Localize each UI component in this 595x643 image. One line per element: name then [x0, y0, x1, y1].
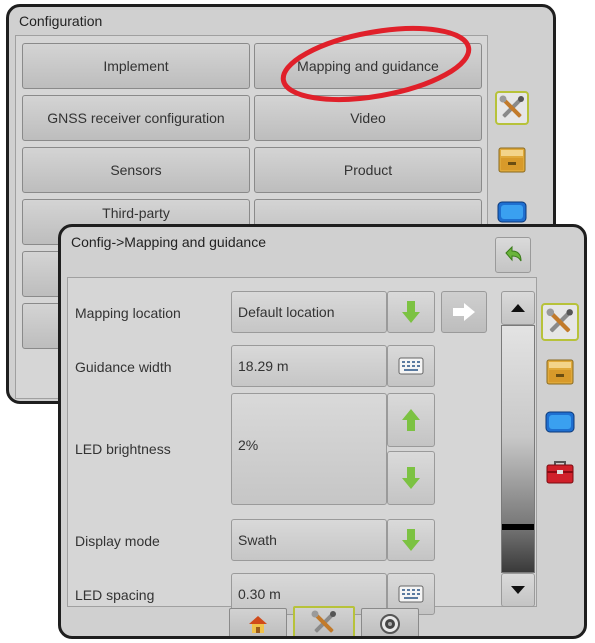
arrow-up-icon [402, 409, 420, 431]
drawer-icon [546, 359, 574, 385]
mapping-location-value[interactable]: Default location [231, 291, 387, 333]
led-brightness-value: 2% [231, 393, 387, 505]
settings-tab[interactable] [541, 303, 579, 341]
keyboard-icon [398, 585, 424, 603]
home-tab[interactable] [229, 608, 287, 636]
tools-icon [499, 95, 524, 118]
back-arrow-icon [505, 245, 522, 262]
mapping-location-dropdown-button[interactable] [387, 291, 435, 333]
monitor-icon [545, 411, 575, 433]
toolbox-icon [546, 461, 574, 484]
scrollbar-track[interactable] [501, 325, 535, 573]
next-button[interactable] [441, 291, 487, 333]
led-spacing-label: LED spacing [75, 587, 155, 603]
home-icon [249, 616, 267, 633]
caret-down-icon [511, 586, 525, 594]
mapping-location-label: Mapping location [75, 305, 181, 321]
arrow-down-icon [402, 301, 420, 323]
arrow-down-icon [402, 529, 420, 551]
scroll-up-button[interactable] [501, 291, 535, 325]
display-mode-label: Display mode [75, 533, 160, 549]
data-tab[interactable] [495, 143, 529, 177]
settings-tab[interactable] [495, 91, 529, 125]
scrollbar-thumb[interactable] [502, 524, 534, 530]
camera-tab[interactable] [361, 608, 419, 636]
monitor-icon [497, 201, 527, 223]
drawer-icon [498, 147, 526, 173]
data-tab[interactable] [541, 353, 579, 391]
guidance-width-keyboard-button[interactable] [387, 345, 435, 387]
arrow-down-icon [402, 467, 420, 489]
tools-icon [311, 610, 336, 633]
mapping-guidance-title: Config->Mapping and guidance [71, 234, 266, 250]
tools-icon [546, 308, 573, 333]
led-brightness-decrease-button[interactable] [387, 451, 435, 505]
display-mode-value[interactable]: Swath [231, 519, 387, 561]
camera-icon [380, 614, 400, 634]
implement-button[interactable]: Implement [22, 43, 250, 89]
display-tab[interactable] [541, 403, 579, 441]
display-mode-dropdown-button[interactable] [387, 519, 435, 561]
sensors-button[interactable]: Sensors [22, 147, 250, 193]
scroll-down-button[interactable] [501, 573, 535, 607]
back-button[interactable] [495, 237, 531, 273]
caret-up-icon [511, 304, 525, 312]
led-brightness-increase-button[interactable] [387, 393, 435, 447]
annotation-circle [280, 26, 472, 102]
mapping-guidance-panel: Config->Mapping and guidance Mapping loc… [58, 224, 587, 639]
keyboard-icon [398, 357, 424, 375]
guidance-width-label: Guidance width [75, 359, 172, 375]
product-button[interactable]: Product [254, 147, 482, 193]
configuration-tab[interactable] [293, 606, 355, 636]
led-brightness-label: LED brightness [75, 441, 171, 457]
gnss-receiver-configuration-button[interactable]: GNSS receiver configuration [22, 95, 250, 141]
guidance-width-value[interactable]: 18.29 m [231, 345, 387, 387]
system-tab[interactable] [541, 453, 579, 491]
arrow-right-icon [453, 303, 475, 321]
configuration-title: Configuration [19, 13, 103, 29]
